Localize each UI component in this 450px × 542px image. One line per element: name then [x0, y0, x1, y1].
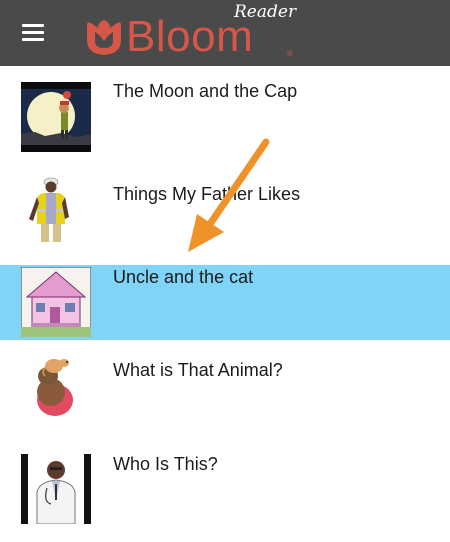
book-row-what-is-that-animal[interactable]: What is That Animal? — [0, 340, 450, 434]
book-title: Things My Father Likes — [113, 184, 301, 204]
book-title: Who Is This? — [113, 454, 218, 474]
doctor-cover-icon — [21, 454, 91, 524]
bloom-logo-icon — [87, 20, 121, 55]
book-row-moon-and-cap[interactable]: The Moon and the Cap — [0, 66, 450, 163]
worker-cover-icon — [21, 175, 91, 245]
app-subtitle: Reader — [234, 2, 297, 22]
app-header: Bloom ® Reader — [0, 0, 450, 66]
book-row-who-is-this[interactable]: Who Is This? — [0, 434, 450, 542]
book-title: The Moon and the Cap — [113, 81, 298, 101]
moon-cap-cover-icon — [21, 82, 91, 152]
book-row-things-my-father-likes[interactable]: Things My Father Likes — [0, 163, 450, 265]
book-title: Uncle and the cat — [113, 267, 254, 287]
child-animal-cover-icon — [21, 354, 91, 424]
book-title: What is That Animal? — [113, 360, 283, 380]
hamburger-menu-icon[interactable] — [22, 24, 44, 42]
book-row-uncle-and-the-cat[interactable]: Uncle and the cat — [0, 265, 450, 340]
pink-house-cover-icon — [21, 267, 91, 337]
registered-mark: ® — [287, 49, 293, 58]
